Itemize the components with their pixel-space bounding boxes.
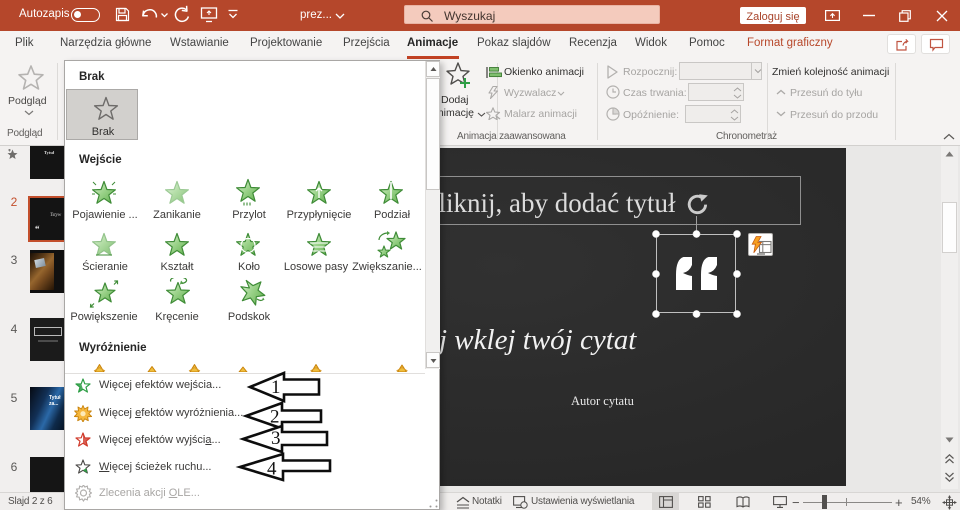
svg-text:3: 3: [271, 428, 281, 449]
svg-text:4: 4: [267, 459, 277, 480]
svg-text:1: 1: [271, 377, 281, 398]
svg-text:2: 2: [270, 407, 280, 428]
